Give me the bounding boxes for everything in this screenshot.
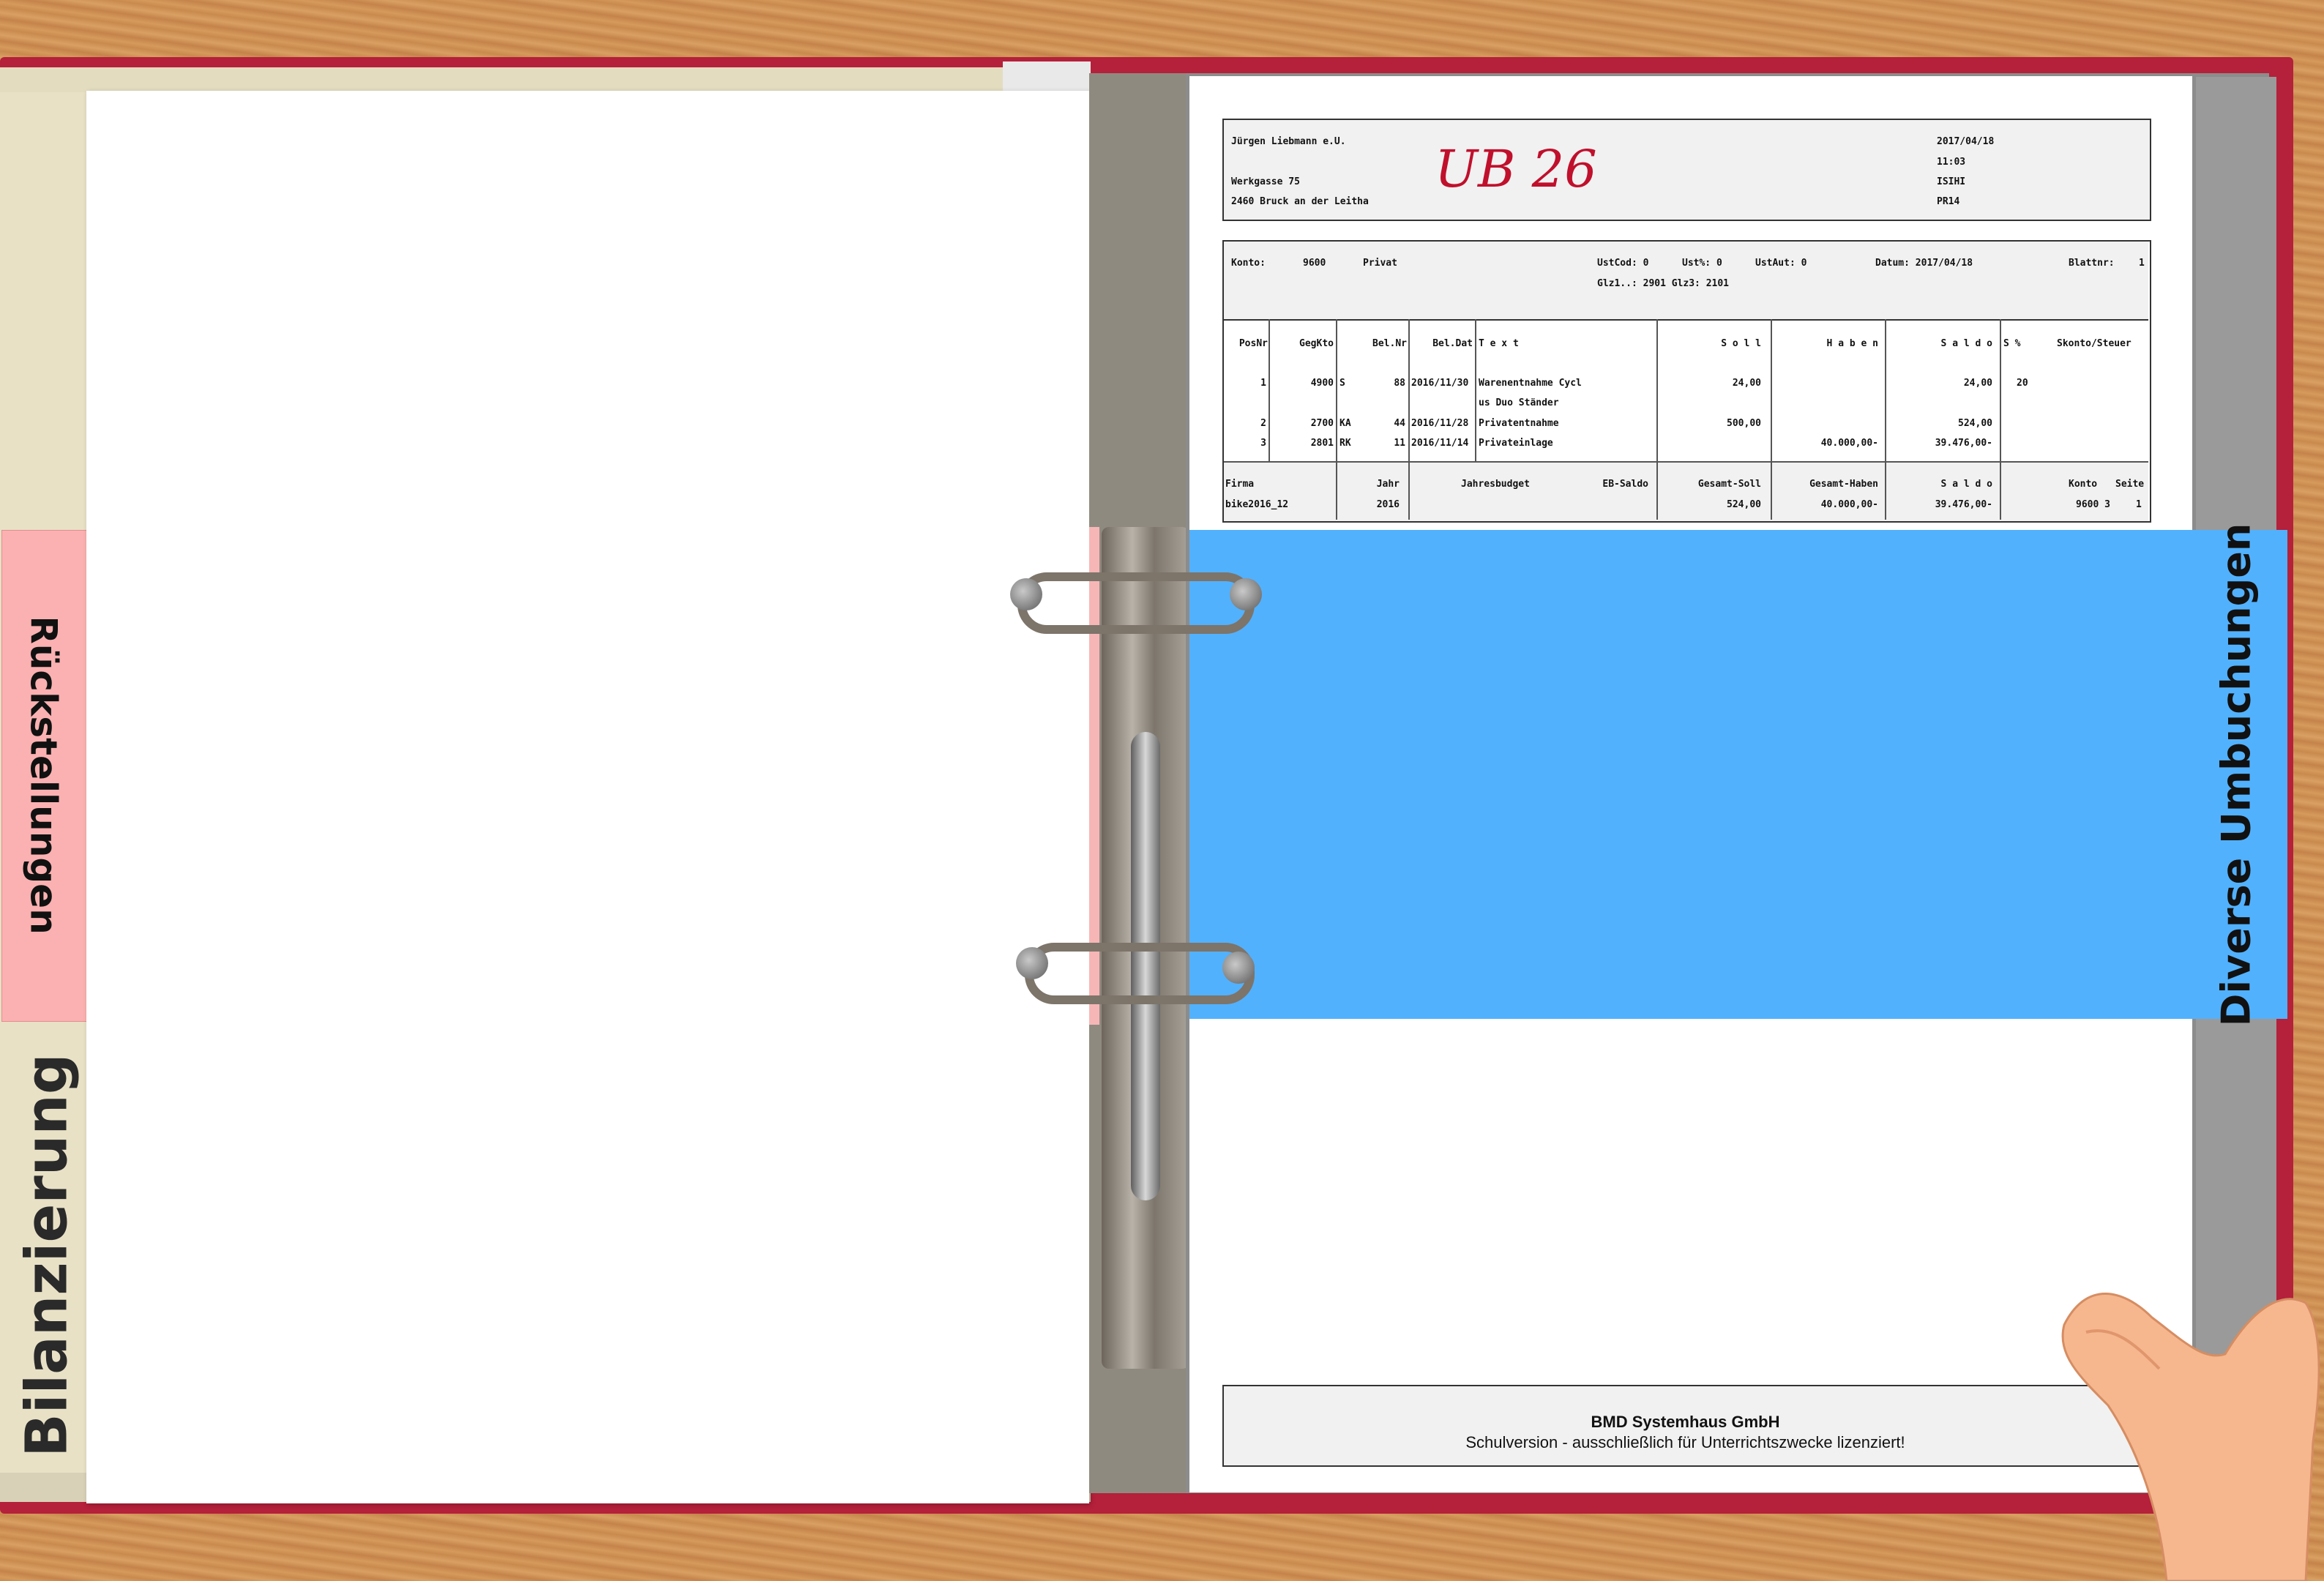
tab-diverse-umbuchungen-text: Diverse Umbuchungen (2213, 523, 2260, 1026)
footer-license-note: Schulversion - ausschließlich für Unterr… (1465, 1433, 1905, 1451)
row2-belnr: 44 (1394, 418, 1405, 429)
col-s-pct: S % (2003, 338, 2021, 349)
row1-soll: 24,00 (1732, 378, 1761, 389)
ustaut: UstAut: 0 (1755, 258, 1807, 269)
sum-hdr-jahresbudget: Jahresbudget (1461, 479, 1530, 490)
header-company: Jürgen Liebmann e.U. (1231, 136, 1346, 147)
row3-belnr: 11 (1394, 438, 1405, 449)
col-haben: H a b e n (1826, 338, 1878, 349)
row1-beldat: 2016/11/30 (1411, 378, 1469, 389)
blattnr-value: 1 (2139, 258, 2145, 269)
col-gegkto: GegKto (1299, 338, 1334, 349)
sum-saldo: 39.476,00- (1935, 499, 1992, 510)
sum-firma: bike2016_12 (1225, 499, 1289, 510)
row1-beltype: S (1340, 378, 1345, 389)
sum-hdr-jahr: Jahr (1376, 479, 1400, 490)
sum-hdr-gesamt-soll: Gesamt-Soll (1697, 479, 1761, 490)
sum-gesamt-haben: 40.000,00- (1820, 499, 1878, 510)
binder-ring-top-right-end (1230, 578, 1262, 610)
footer-company: BMD Systemhaus GmbH (1591, 1413, 1780, 1431)
ustcod: UstCod: 0 (1597, 258, 1649, 269)
sum-hdr-firma: Firma (1225, 479, 1255, 490)
left-blank-page[interactable] (86, 91, 1089, 1503)
sum-hdr-gesamt-haben: Gesamt-Haben (1809, 479, 1878, 490)
binder-ring-top[interactable] (1017, 572, 1255, 634)
col-text: T e x t (1479, 338, 1519, 349)
row1-pos: 1 (1260, 378, 1266, 389)
row2-soll: 500,00 (1727, 418, 1761, 429)
row3-saldo: 39.476,00- (1935, 438, 1992, 449)
ust-percent: Ust%: 0 (1682, 258, 1722, 269)
col-saldo: S a l d o (1940, 338, 1992, 349)
col-skonto: Skonto/Steuer (2057, 338, 2131, 349)
row1b-text: us Duo Ständer (1479, 397, 1559, 408)
row1-belnr: 88 (1394, 378, 1405, 389)
header-city: 2460 Bruck an der Leitha (1231, 196, 1369, 207)
row1-saldo: 24,00 (1963, 378, 1992, 389)
col-beldat: Bel.Dat (1432, 338, 1473, 349)
handwritten-stamp: UB 26 (1435, 139, 1597, 199)
konto-label: Konto: (1231, 258, 1266, 269)
header-user: ISIHI (1937, 176, 1966, 187)
spine-label: Bilanzierung (7, 1028, 88, 1482)
row2-beldat: 2016/11/28 (1411, 418, 1469, 429)
account-table-summary (1224, 461, 2148, 521)
row2-text: Privatentnahme (1479, 418, 1559, 429)
col-belnr: Bel.Nr (1372, 338, 1407, 349)
binder-ring-bottom[interactable] (1025, 943, 1255, 1004)
tab-rueckstellungen-label[interactable]: Rückstellungen (1, 530, 86, 1020)
row2-saldo: 524,00 (1958, 418, 1992, 429)
binder-top-edge (0, 67, 1003, 92)
row1-gegkto: 4900 (1310, 378, 1334, 389)
glz-line: Glz1..: 2901 Glz3: 2101 (1597, 278, 1730, 289)
row2-pos: 2 (1260, 418, 1266, 429)
row3-text: Privateinlage (1479, 438, 1553, 449)
konto-name: Privat (1363, 258, 1397, 269)
spine-label-text: Bilanzierung (15, 1053, 81, 1457)
row1-text: Warenentnahme Cycl (1479, 378, 1582, 389)
pointing-finger-icon (2061, 1293, 2320, 1581)
sum-hdr-eb-saldo: EB-Saldo (1602, 479, 1648, 490)
sum-hdr-saldo: S a l d o (1940, 479, 1992, 490)
header-street: Werkgasse 75 (1231, 176, 1300, 187)
row2-beltype: KA (1340, 418, 1351, 429)
sum-konto: 9600 3 (2076, 499, 2110, 510)
row2-gegkto: 2700 (1310, 418, 1334, 429)
row3-pos: 3 (1260, 438, 1266, 449)
sum-gesamt-soll: 524,00 (1727, 499, 1761, 510)
header-program: PR14 (1937, 196, 1960, 207)
binder-ring-top-left-end (1010, 578, 1042, 610)
header-time: 11:03 (1937, 157, 1966, 168)
row3-beldat: 2016/11/14 (1411, 438, 1469, 449)
sum-hdr-seite: Seite (2115, 479, 2145, 490)
row3-haben: 40.000,00- (1820, 438, 1878, 449)
row1-pct: 20 (2017, 378, 2028, 389)
sum-jahr: 2016 (1376, 499, 1400, 510)
binder-top-edge-clip (1003, 61, 1091, 91)
tab-rueckstellungen-text: Rückstellungen (23, 616, 66, 935)
tab-diverse-umbuchungen-label[interactable]: Diverse Umbuchungen (2181, 523, 2291, 1026)
header-date: 2017/04/18 (1937, 136, 1995, 147)
datum: Datum: 2017/04/18 (1875, 258, 1973, 269)
blattnr-label: Blattnr: (2069, 258, 2115, 269)
row3-gegkto: 2801 (1310, 438, 1334, 449)
row3-beltype: RK (1340, 438, 1351, 449)
document-header: Jürgen Liebmann e.U. Werkgasse 75 2460 B… (1222, 119, 2151, 221)
sum-hdr-konto: Konto (2069, 479, 2098, 490)
col-soll: S o l l (1721, 338, 1761, 349)
binder-ring-bottom-right-end (1222, 952, 1255, 984)
sum-seite: 1 (2136, 499, 2142, 510)
konto-value: 9600 (1303, 258, 1326, 269)
col-posnr: PosNr (1238, 338, 1268, 349)
binder-ring-bottom-left-end (1016, 947, 1048, 979)
tab-diverse-umbuchungen[interactable] (1189, 530, 2287, 1019)
